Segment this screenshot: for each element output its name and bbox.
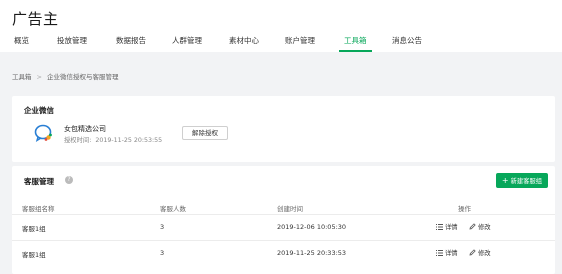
group-name: 客服1组 xyxy=(22,225,46,233)
table-header: 客服组名称 客服人数 创建时间 操作 xyxy=(12,200,555,214)
nav-item-announcements[interactable]: 消息公告 xyxy=(392,35,422,52)
column-header-name: 客服组名称 xyxy=(22,205,55,213)
new-service-group-button[interactable]: + 新建客服组 xyxy=(496,173,548,188)
column-header-created: 创建时间 xyxy=(277,205,303,213)
detail-link[interactable]: 详情 xyxy=(436,248,458,257)
wechat-auth-card: 企业微信 女包精选公司 授权时间: 2019-11-25 20:53:55 解除授… xyxy=(12,96,555,162)
list-icon xyxy=(436,224,443,230)
nav-item-campaigns[interactable]: 投放管理 xyxy=(57,35,87,52)
column-header-actions: 操作 xyxy=(458,205,471,213)
plus-icon: + xyxy=(501,176,509,185)
help-icon[interactable]: ? xyxy=(65,176,73,184)
edit-link[interactable]: 修改 xyxy=(469,222,491,231)
pencil-icon xyxy=(469,249,476,256)
nav-item-reports[interactable]: 数据报告 xyxy=(116,35,146,52)
main-nav: 概览 投放管理 数据报告 人群管理 素材中心 账户管理 工具箱 消息公告 xyxy=(0,35,562,52)
breadcrumb: 工具箱 > 企业微信授权与客服管理 xyxy=(12,71,118,81)
list-icon xyxy=(436,250,443,256)
table-row: 客服1组 3 2019-12-06 10:05:30 详情 修改 xyxy=(12,214,555,238)
service-card-title: 客服管理 xyxy=(24,177,54,186)
table-row: 客服1组 3 2019-11-25 20:33:53 详情 修改 xyxy=(12,240,555,264)
created-time: 2019-12-06 10:05:30 xyxy=(277,223,347,231)
edit-link[interactable]: 修改 xyxy=(469,248,491,257)
nav-item-audiences[interactable]: 人群管理 xyxy=(172,35,202,52)
wechat-work-logo-icon xyxy=(34,124,52,143)
app-title: 广告主 xyxy=(12,10,59,28)
nav-item-account[interactable]: 账户管理 xyxy=(285,35,315,52)
service-management-card: 客服管理 ? + 新建客服组 客服组名称 客服人数 创建时间 操作 客服1组 3 … xyxy=(12,166,555,274)
pencil-icon xyxy=(469,223,476,230)
member-count: 3 xyxy=(160,249,165,257)
group-name: 客服1组 xyxy=(22,251,46,259)
breadcrumb-current: 企业微信授权与客服管理 xyxy=(46,73,119,81)
top-bar: 广告主 概览 投放管理 数据报告 人群管理 素材中心 账户管理 工具箱 消息公告 xyxy=(0,0,562,52)
auth-time: 授权时间: 2019-11-25 20:53:55 xyxy=(64,137,163,144)
created-time: 2019-11-25 20:33:53 xyxy=(277,249,347,257)
revoke-auth-button[interactable]: 解除授权 xyxy=(182,126,228,140)
breadcrumb-separator: > xyxy=(36,73,42,81)
nav-item-overview[interactable]: 概览 xyxy=(14,35,29,52)
column-header-count: 客服人数 xyxy=(160,205,186,213)
breadcrumb-root[interactable]: 工具箱 xyxy=(12,73,32,81)
nav-item-toolbox[interactable]: 工具箱 xyxy=(339,35,372,52)
member-count: 3 xyxy=(160,223,165,231)
detail-link[interactable]: 详情 xyxy=(436,222,458,231)
wechat-card-title: 企业微信 xyxy=(24,106,54,115)
nav-item-assets[interactable]: 素材中心 xyxy=(229,35,259,52)
company-name: 女包精选公司 xyxy=(64,125,106,133)
